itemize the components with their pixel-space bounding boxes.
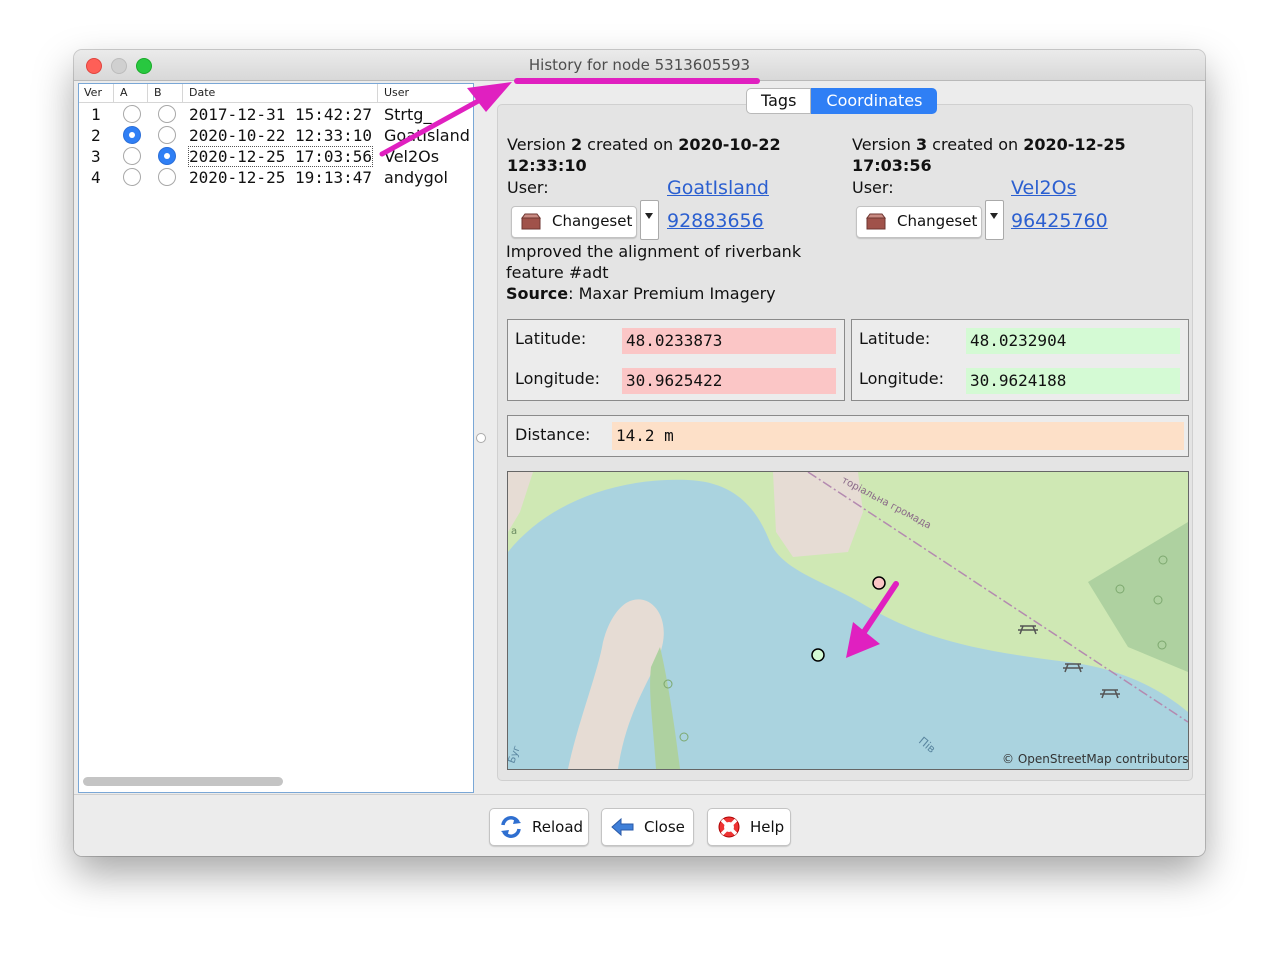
help-label: Help — [750, 818, 785, 836]
tab-bar: Tags Coordinates — [746, 88, 938, 114]
map-canvas[interactable]: торіальна громада Буг Пів а © OpenStreet… — [508, 472, 1188, 769]
latitude-label: Latitude: — [515, 329, 587, 348]
close-label: Close — [644, 818, 685, 836]
right-user-link[interactable]: Vel2Os — [1011, 177, 1076, 199]
lifebuoy-icon — [718, 816, 740, 838]
row-version: 3 — [91, 147, 101, 166]
left-changeset-link[interactable]: 92883656 — [667, 210, 764, 232]
longitude-value: 30.9625422 — [622, 368, 836, 394]
map-attribution: © OpenStreetMap contributors — [1002, 752, 1188, 766]
left-coordinates-box: Latitude: 48.0233873 Longitude: 30.96254… — [507, 319, 845, 401]
edge-label: а — [511, 526, 517, 537]
table-row[interactable]: 4 2020-12-25 19:13:47 andygol — [79, 167, 473, 188]
button-bar: Reload Close Help — [74, 794, 1205, 856]
distance-label: Distance: — [515, 425, 591, 444]
row-date: 2017-12-31 15:42:27 — [189, 105, 373, 124]
radio-b-selected[interactable] — [158, 147, 176, 165]
map-view[interactable]: торіальна громада Буг Пів а © OpenStreet… — [507, 471, 1189, 770]
header-divider — [113, 84, 114, 102]
version-time: 17:03:56 — [852, 156, 932, 175]
tab-coordinates[interactable]: Coordinates — [811, 88, 938, 114]
changeset-label: Changeset — [552, 212, 633, 230]
old-position-marker — [872, 576, 886, 590]
reload-button[interactable]: Reload — [489, 808, 589, 846]
row-date: 2020-12-25 19:13:47 — [189, 168, 373, 187]
radio-b[interactable] — [158, 126, 176, 144]
row-date: 2020-10-22 12:33:10 — [189, 126, 373, 145]
annotation-arrow-title — [379, 82, 512, 157]
header-date[interactable]: Date — [189, 86, 215, 99]
longitude-label: Longitude: — [515, 369, 600, 388]
header-ver[interactable]: Ver — [84, 86, 102, 99]
radio-b[interactable] — [158, 105, 176, 123]
split-pane-divider-handle[interactable] — [476, 433, 486, 443]
latitude-value: 48.0233873 — [622, 328, 836, 354]
version-date: 2020-10-22 — [678, 135, 781, 154]
distance-box: Distance: 14.2 m — [507, 415, 1189, 457]
header-divider — [182, 84, 183, 102]
changeset-box-icon — [866, 213, 886, 230]
reload-icon — [501, 816, 521, 838]
longitude-value: 30.9624188 — [966, 368, 1180, 394]
header-a[interactable]: A — [120, 86, 128, 99]
right-changeset-link[interactable]: 96425760 — [1011, 210, 1108, 232]
right-version-header: Version 3 created on 2020-12-25 17:03:56 — [852, 134, 1172, 176]
right-changeset-dropdown[interactable] — [985, 200, 1004, 240]
comment-source: Source: Maxar Premium Imagery — [506, 284, 776, 303]
left-version-header: Version 2 created on 2020-10-22 12:33:10 — [507, 134, 827, 176]
version-number: 2 — [570, 135, 583, 154]
radio-a[interactable] — [123, 168, 141, 186]
right-user-label: User: — [852, 178, 894, 197]
history-window: History for node 5313605593 Ver A B Date… — [74, 50, 1205, 856]
radio-a-selected[interactable] — [123, 126, 141, 144]
reload-label: Reload — [532, 818, 584, 836]
radio-b[interactable] — [158, 168, 176, 186]
title-bar: History for node 5313605593 — [74, 50, 1205, 81]
version-number: 3 — [915, 135, 928, 154]
version-prefix: Version — [852, 135, 911, 154]
tab-tags[interactable]: Tags — [746, 88, 812, 114]
window-title: History for node 5313605593 — [528, 56, 751, 74]
close-button[interactable]: Close — [601, 808, 694, 846]
help-button[interactable]: Help — [707, 808, 791, 846]
row-user: andygol — [384, 168, 448, 187]
version-date: 2020-12-25 — [1023, 135, 1126, 154]
radio-a[interactable] — [123, 147, 141, 165]
source-label: Source — [506, 284, 569, 303]
created-on-text: created on — [932, 135, 1019, 154]
changeset-label: Changeset — [897, 212, 978, 230]
right-changeset-button[interactable]: Changeset — [856, 206, 982, 238]
left-user-label: User: — [507, 178, 549, 197]
left-user-link[interactable]: GoatIsland — [667, 177, 769, 199]
back-arrow-icon — [611, 817, 634, 837]
radio-a[interactable] — [123, 105, 141, 123]
row-version: 1 — [91, 105, 101, 124]
left-changeset-button[interactable]: Changeset — [511, 206, 637, 238]
horizontal-scrollbar[interactable] — [83, 777, 283, 786]
latitude-label: Latitude: — [859, 329, 931, 348]
longitude-label: Longitude: — [859, 369, 944, 388]
changeset-box-icon — [521, 213, 541, 230]
row-version: 4 — [91, 168, 101, 187]
latitude-value: 48.0232904 — [966, 328, 1180, 354]
annotation-underline — [514, 78, 760, 84]
source-value: Maxar Premium Imagery — [578, 284, 776, 303]
changeset-comment: Improved the alignment of riverbank feat… — [506, 241, 826, 304]
header-b[interactable]: B — [154, 86, 162, 99]
distance-value: 14.2 m — [612, 422, 1184, 450]
row-version: 2 — [91, 126, 101, 145]
row-date: 2020-12-25 17:03:56 — [187, 146, 374, 167]
history-table: Ver A B Date User 1 2017-12-31 15:42:27 … — [78, 83, 474, 793]
comment-text: Improved the alignment of riverbank feat… — [506, 242, 802, 282]
created-on-text: created on — [587, 135, 674, 154]
new-position-marker — [811, 648, 825, 662]
header-divider — [147, 84, 148, 102]
right-coordinates-box: Latitude: 48.0232904 Longitude: 30.96241… — [851, 319, 1189, 401]
left-changeset-dropdown[interactable] — [640, 200, 659, 240]
